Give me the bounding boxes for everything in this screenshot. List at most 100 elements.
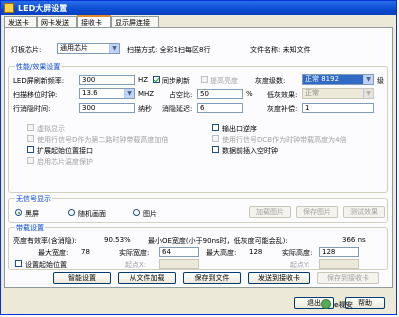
chevron-down-icon: ▼ (124, 89, 134, 98)
insert-empty-clock-label: 数据前插入空时钟 (222, 147, 278, 155)
tab-sender-card[interactable]: 发送卡 (4, 16, 37, 27)
blank-delay-label: 消隐延迟: (162, 105, 193, 113)
black-screen-label: 黑屏 (25, 210, 39, 218)
tab-nic-send[interactable]: 网卡发送 (37, 16, 77, 27)
max-width-label: 最大宽度: (38, 249, 69, 257)
row-blank-label: 行消隐时间: (13, 105, 51, 113)
sync-refresh-checkbox[interactable] (153, 76, 160, 83)
max-width-value: 78 (81, 248, 90, 256)
extend-start-checkbox[interactable] (27, 146, 34, 153)
tab-display-connection[interactable]: 显示屏连接 (111, 16, 159, 27)
brightness-eff-label: 亮度有效率(含消隐): (13, 237, 77, 245)
start-y-input[interactable] (319, 259, 359, 269)
tab-label: 接收卡 (81, 19, 102, 27)
signal-dcb-clock-label: 使用行信号DCB作为时钟带载高度为4倍 (222, 136, 347, 144)
gray-comp-input[interactable]: 1 (302, 103, 374, 113)
max-height-value: 128 (249, 248, 263, 256)
sync-refresh-label: 同步刷新 (162, 77, 190, 85)
row-blank-unit: 纳秒 (138, 105, 152, 113)
gray-level-label: 灰度级数: (255, 77, 286, 85)
performance-group: 性能/效果设置 LED屏刷新频率: 300 HZ 同步刷新 提高亮度 灰度级数:… (8, 62, 388, 193)
actual-width-label: 实际宽度: (119, 249, 150, 257)
chip-label: 灯板芯片: (11, 46, 42, 54)
max-height-label: 最大高度: (206, 249, 237, 257)
start-x-input[interactable] (159, 259, 199, 269)
shift-clock-select[interactable]: 13.6 ▼ (79, 88, 135, 99)
refresh-unit: HZ (138, 76, 149, 84)
save-picture-button[interactable]: 保存图片 (296, 206, 338, 218)
actual-width-input[interactable]: 64 (159, 247, 199, 257)
black-screen-radio[interactable] (15, 209, 22, 216)
scan-mode-text: 扫描方式: 全彩1扫每区8行 (127, 46, 211, 54)
test-effect-button[interactable]: 测试效果 (343, 206, 385, 218)
row-blank-input[interactable]: 300 (79, 103, 135, 113)
chip-select[interactable]: 通用芯片 ▼ (57, 43, 120, 54)
capacity-group: 带载设置 亮度有效率(含消隐): 90.53% 最小OE宽度(小于90ns时，低… (8, 223, 388, 270)
picture-label: 图片 (143, 210, 157, 218)
chip-temp-checkbox[interactable] (27, 157, 34, 164)
actual-height-input[interactable]: 128 (319, 247, 359, 257)
save-to-file-button[interactable]: 保存到文件 (183, 272, 241, 284)
window-title: LED大屏设置 (18, 4, 68, 13)
low-gray-value: 正常 (305, 89, 319, 97)
chevron-down-icon: ▼ (363, 89, 373, 98)
insert-empty-clock-checkbox[interactable] (212, 146, 219, 153)
gray-level-select[interactable]: 正常 8192 ▼ (302, 74, 374, 85)
output-reverse-label: 输出口逆序 (222, 125, 257, 133)
send-to-receiver-button[interactable]: 发送到接收卡 (248, 272, 310, 284)
raise-brightness-checkbox[interactable] (201, 76, 208, 83)
actual-height-label: 实际高度: (282, 249, 313, 257)
random-picture-radio[interactable] (68, 209, 75, 216)
picture-radio[interactable] (133, 209, 140, 216)
set-start-label: 设置起始位置 (25, 261, 67, 269)
virtual-display-checkbox[interactable] (27, 124, 34, 131)
refresh-label: LED屏刷新频率: (13, 77, 65, 85)
gray-level-suffix: 级 (377, 77, 384, 85)
tab-label: 发送卡 (8, 19, 29, 27)
duty-input[interactable]: 50 (197, 89, 243, 99)
output-reverse-checkbox[interactable] (212, 124, 219, 131)
blank-delay-input[interactable]: 6 (197, 103, 243, 113)
chevron-down-icon: ▼ (363, 75, 373, 84)
duty-unit: % (246, 90, 253, 98)
min-oe-value: 366 ns (342, 236, 366, 244)
load-from-file-button[interactable]: 从文件加载 (118, 272, 176, 284)
load-picture-button[interactable]: 加载图片 (249, 206, 291, 218)
brightness-eff-value: 90.53% (104, 236, 131, 244)
chevron-down-icon: ▼ (109, 44, 119, 53)
signal-d-clock-checkbox[interactable] (27, 135, 34, 142)
watermark: e视安 (321, 299, 377, 311)
chip-select-value: 通用芯片 (60, 44, 88, 52)
gray-comp-label: 灰度补偿: (267, 105, 298, 113)
signal-dcb-clock-checkbox[interactable] (212, 135, 219, 142)
led-settings-window: LED大屏设置 发送卡 网卡发送 接收卡 显示屏连接 灯板芯片: 通用芯片 ▼ … (0, 0, 397, 315)
set-start-checkbox[interactable] (15, 260, 22, 267)
capacity-legend: 带载设置 (15, 223, 45, 233)
file-name-text: 文件名称: 未知文件 (250, 46, 311, 54)
raise-brightness-label: 提高亮度 (210, 77, 238, 85)
virtual-display-label: 虚拟显示 (37, 125, 65, 133)
chip-temp-label: 启用芯片温度保护 (37, 158, 93, 166)
start-x-label: 起点X: (125, 261, 147, 269)
duty-label: 占空比: (169, 91, 193, 99)
performance-legend: 性能/效果设置 (15, 62, 62, 72)
wechat-icon (321, 299, 331, 309)
save-to-receiver-button[interactable]: 保存到接收卡 (317, 272, 379, 284)
no-signal-legend: 无信号显示 (15, 194, 52, 204)
shift-clock-value: 13.6 (82, 89, 98, 97)
tab-label: 显示屏连接 (115, 19, 150, 27)
refresh-input[interactable]: 300 (79, 75, 135, 85)
low-gray-label: 低灰效果: (267, 91, 298, 99)
watermark-text: e视安 (334, 301, 353, 309)
start-y-label: 起点Y: (290, 261, 310, 269)
min-oe-label: 最小OE宽度(小于90ns时，低灰度可能会乱): (148, 237, 288, 245)
smart-setup-button[interactable]: 智能设置 (53, 272, 111, 284)
receiver-card-panel: 灯板芯片: 通用芯片 ▼ 扫描方式: 全彩1扫每区8行 文件名称: 未知文件 性… (4, 27, 393, 288)
app-icon (4, 3, 14, 13)
tab-label: 网卡发送 (41, 19, 69, 27)
shift-clock-label: 扫描移位时钟: (13, 91, 58, 99)
title-bar[interactable]: LED大屏设置 (1, 1, 396, 15)
extend-start-label: 扩展起始位置接口 (37, 147, 93, 155)
low-gray-select[interactable]: 正常 ▼ (302, 88, 374, 99)
gray-level-value: 正常 8192 (305, 75, 340, 83)
